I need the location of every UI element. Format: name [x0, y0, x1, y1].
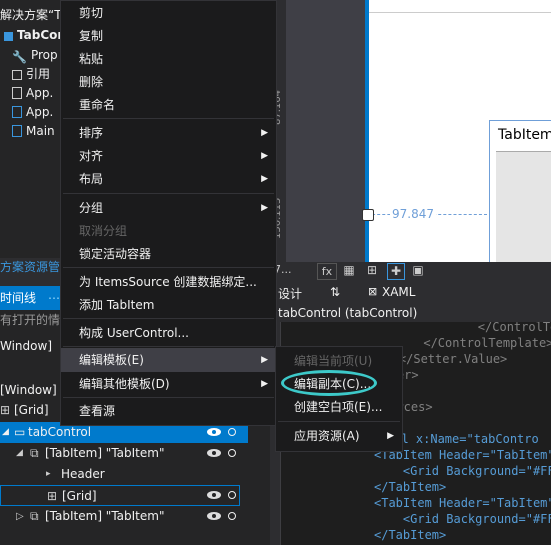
collapse-arrow-icon: ▷ [16, 511, 24, 522]
solution-explorer-tab[interactable]: 方案资源管理 [0, 258, 62, 276]
menu-item-create-binding[interactable]: 为 ItemsSource 创建数据绑定... [61, 270, 276, 294]
designer-toolbar: 7... fx ▦ ⊞ ✚ ▣ [270, 262, 551, 280]
menu-separator [63, 346, 274, 347]
menu-item-view-source[interactable]: 查看源 [61, 399, 276, 423]
tree-node-tabitem-2[interactable]: ▷ ⧉ [TabItem] "TabItem" [0, 506, 248, 527]
solution-item-main-window[interactable]: Main [12, 120, 55, 142]
snap-lines-icon[interactable]: ✚ [387, 263, 405, 280]
menu-item-ungroup: 取消分组 [79, 224, 128, 238]
code-line: <TabItem Header="TabItem" [374, 496, 551, 510]
submenu-item-create-empty[interactable]: 创建空白项(E)... [276, 395, 402, 419]
tabitem-header-preview: TabItem [498, 127, 551, 143]
window-title-strip [369, 0, 551, 13]
menu-item-order[interactable]: 排序 ▶ [61, 121, 276, 145]
chain-link-icon[interactable] [362, 209, 374, 221]
tree-node-header[interactable]: ▸ Header [0, 464, 248, 485]
eye-icon[interactable] [206, 427, 222, 437]
menu-item-make-usercontrol[interactable]: 构成 UserControl... [61, 321, 276, 345]
eye-icon[interactable] [206, 448, 222, 458]
menu-separator [278, 421, 400, 422]
submenu-arrow-icon: ▶ [261, 203, 268, 213]
eye-icon[interactable] [206, 490, 222, 500]
menu-item-rename[interactable]: 重命名 [61, 93, 276, 117]
menu-item-paste[interactable]: 粘贴 [61, 47, 276, 71]
code-line: rol x:Name="tabContro [387, 432, 539, 446]
lock-dot-icon[interactable] [228, 449, 236, 457]
submenu-item-apply-resource[interactable]: 应用资源(A) ▶ [276, 424, 402, 448]
tabitem-icon: ⧉ [30, 509, 39, 523]
menu-item-group[interactable]: 分组 ▶ [61, 196, 276, 220]
file-icon [12, 87, 22, 99]
solution-explorer: 解决方案“T TabCon 🔧 Prop 引用 App. App. Main [0, 0, 62, 262]
header-icon: ▸ [46, 469, 51, 479]
submenu-arrow-icon: ▶ [261, 355, 268, 365]
project-node[interactable]: TabCon [4, 24, 62, 46]
tree-node-tabitem-1[interactable]: ◢ ⧉ [TabItem] "TabItem" [0, 443, 248, 464]
solution-title: 解决方案“T [0, 8, 62, 22]
menu-separator [63, 193, 274, 194]
tabitem-content-preview [496, 151, 551, 262]
element-breadcrumb[interactable]: tabControl (tabControl) [270, 304, 551, 322]
code-line: </ControlTempl [477, 322, 551, 334]
lock-dot-icon[interactable] [228, 512, 236, 520]
submenu-arrow-icon: ▶ [261, 379, 268, 389]
effects-icon[interactable]: fx [317, 263, 337, 280]
tabcontrol-icon: ▭ [14, 425, 26, 439]
template-submenu: 编辑当前项(U) 编辑副本(C)... 创建空白项(E)... 应用资源(A) ▶ [275, 346, 403, 452]
timeline-tab[interactable]: 时间线 ⋯ [0, 286, 62, 310]
submenu-arrow-icon: ▶ [261, 174, 268, 184]
menu-item-lock-container[interactable]: 锁定活动容器 [61, 242, 276, 266]
view-switcher: 设计 ⇅ ⊠ XAML [270, 282, 551, 304]
expand-arrow-icon: ◢ [2, 427, 9, 437]
submenu-arrow-icon: ▶ [387, 431, 394, 441]
xaml-file-icon [12, 125, 22, 137]
dots-icon: ⋯ [48, 291, 60, 305]
code-line: <Grid Background="#FFE [374, 464, 551, 478]
grid-icon: ⊞ [0, 403, 11, 417]
submenu-arrow-icon: ▶ [261, 128, 268, 138]
tabitem-icon: ⧉ [30, 446, 39, 460]
menu-item-copy[interactable]: 复制 [61, 24, 276, 48]
xaml-file-icon [12, 106, 22, 118]
margin-value[interactable]: 97.847 [390, 207, 436, 221]
highlight-ring [281, 370, 377, 396]
expand-arrow-icon: ◢ [16, 448, 23, 458]
spacer [0, 276, 62, 286]
submenu-arrow-icon: ▶ [261, 151, 268, 161]
context-menu: 剪切 复制 粘贴 删除 重命名 排序 ▶ 对齐 ▶ 布局 ▶ 分组 ▶ 取消分组 锁定活… [60, 0, 277, 426]
menu-item-layout[interactable]: 布局 ▶ [61, 167, 276, 191]
menu-item-delete[interactable]: 删除 [61, 70, 276, 94]
menu-item-edit-template[interactable]: 编辑模板(E) ▶ [61, 348, 276, 372]
lock-dot-icon[interactable] [228, 428, 236, 436]
swap-panes-icon[interactable]: ⇅ [330, 285, 340, 299]
tabcontrol-preview[interactable]: TabItem [489, 120, 551, 262]
wrench-icon: 🔧 [12, 50, 27, 64]
grid-view-icon[interactable]: ▦ [341, 263, 357, 278]
menu-item-cut[interactable]: 剪切 [61, 1, 276, 25]
xaml-tab[interactable]: XAML [382, 285, 415, 299]
menu-separator [63, 318, 274, 319]
snap-grid-icon[interactable]: ⊞ [364, 263, 380, 278]
csharp-project-icon [4, 32, 13, 41]
menu-item-align[interactable]: 对齐 ▶ [61, 144, 276, 168]
tree-node-grid-child[interactable]: ⊞ [Grid] [0, 485, 240, 506]
eye-icon[interactable] [206, 511, 222, 521]
menu-item-edit-other-templates[interactable]: 编辑其他模板(D) ▶ [61, 372, 276, 396]
grid-icon: ⊞ [47, 489, 58, 503]
references-icon [12, 70, 22, 80]
code-line: <Grid Background="#FFE [374, 512, 551, 526]
menu-item-add-tabitem[interactable]: 添加 TabItem [61, 293, 276, 317]
design-tab[interactable]: 设计 [278, 285, 302, 302]
code-line: </TabItem> [374, 480, 447, 494]
code-line: </ControlTemplate> [380, 336, 551, 350]
design-surface: 87.164 150.115 TabItem 97.847 [270, 0, 551, 262]
canvas-gutter [298, 0, 362, 262]
code-line: </TabItem> [374, 528, 447, 542]
menu-separator [63, 118, 274, 119]
menu-separator [63, 397, 274, 398]
device-icon[interactable]: ▣ [410, 263, 426, 278]
lock-dot-icon[interactable] [228, 491, 236, 499]
menu-separator [63, 267, 274, 268]
xaml-icon: ⊠ [368, 285, 378, 298]
